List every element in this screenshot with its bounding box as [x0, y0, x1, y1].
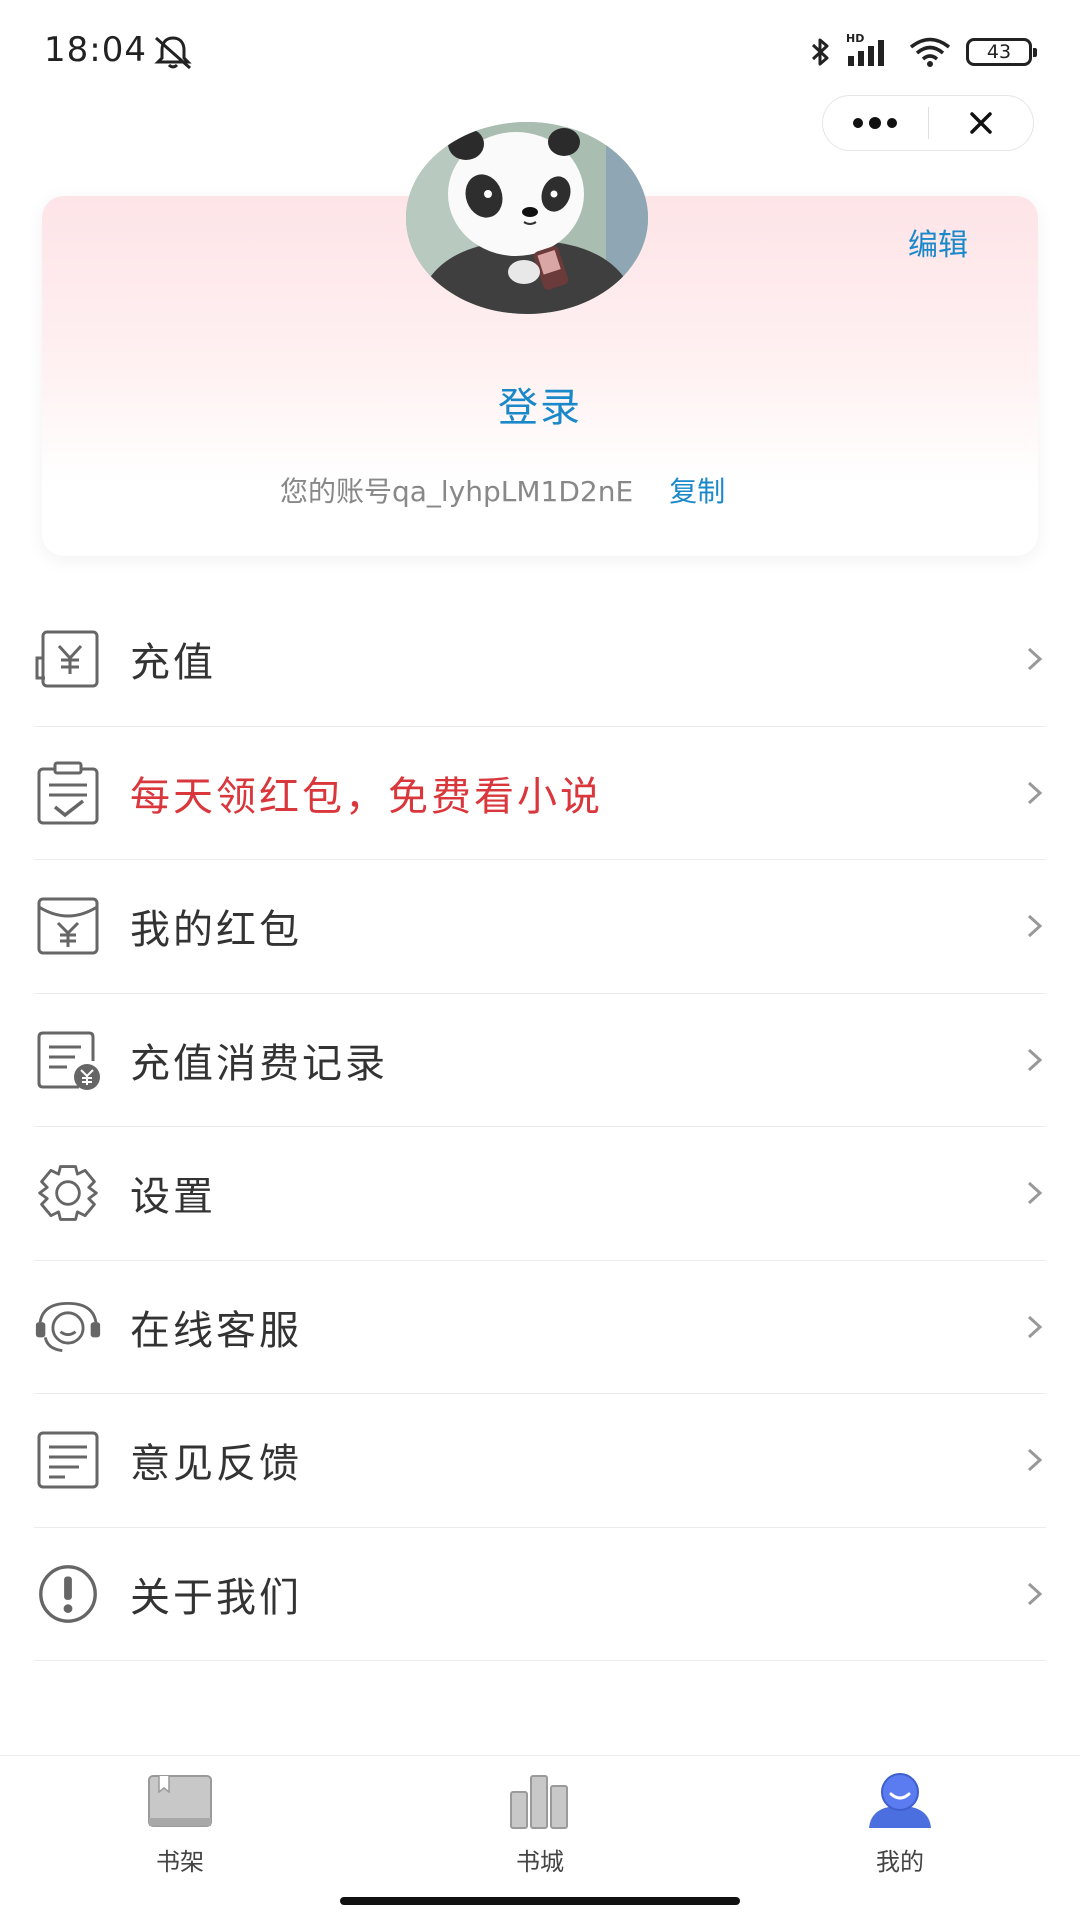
chevron-right-icon	[1027, 1182, 1043, 1205]
tab-bar: 书架 书城 我的	[0, 1755, 1080, 1920]
recharge-icon	[34, 627, 102, 691]
task-clipboard-icon	[34, 761, 102, 825]
info-icon	[34, 1562, 102, 1626]
menu-label: 设置	[130, 1174, 216, 1221]
panda-avatar-image	[406, 122, 648, 314]
tab-label: 我的	[876, 1848, 924, 1876]
account-id-text: 您的账号qa_lyhpLM1D2nE	[280, 475, 634, 508]
battery-indicator: 43	[966, 38, 1037, 66]
more-dots-icon	[853, 117, 898, 129]
dnd-bell-icon	[154, 36, 192, 70]
account-row: 您的账号qa_lyhpLM1D2nE 复制	[280, 470, 725, 510]
miniprogram-capsule	[822, 95, 1034, 151]
chevron-right-icon	[1027, 781, 1043, 804]
red-envelope-icon	[34, 894, 102, 958]
battery-level: 43	[986, 41, 1012, 63]
tab-bookstore[interactable]: 书城	[360, 1756, 720, 1920]
wifi-icon	[909, 37, 951, 67]
chevron-right-icon	[1027, 648, 1043, 671]
menu-label: 充值消费记录	[130, 1040, 388, 1087]
menu-item-about[interactable]: 关于我们	[34, 1528, 1046, 1661]
menu-label: 关于我们	[130, 1574, 302, 1621]
tab-mine[interactable]: 我的	[720, 1756, 1080, 1920]
bluetooth-icon	[811, 38, 829, 66]
home-indicator[interactable]	[340, 1897, 740, 1905]
edit-profile-link[interactable]: 编辑	[908, 220, 968, 264]
menu-item-feedback[interactable]: 意见反馈	[34, 1394, 1046, 1528]
tab-bookshelf[interactable]: 书架	[0, 1756, 360, 1920]
chevron-right-icon	[1027, 1449, 1043, 1472]
chevron-right-icon	[1027, 915, 1043, 938]
close-button[interactable]	[929, 95, 1034, 151]
menu-item-customer-service[interactable]: 在线客服	[34, 1261, 1046, 1394]
menu-item-records[interactable]: 充值消费记录	[34, 994, 1046, 1127]
bookshelf-icon	[148, 1775, 212, 1827]
menu-label: 我的红包	[130, 907, 302, 954]
menu-label: 在线客服	[130, 1307, 302, 1354]
menu-item-recharge[interactable]: 充值	[34, 593, 1046, 727]
chevron-right-icon	[1027, 1048, 1043, 1071]
status-indicators: HD 43	[808, 32, 1037, 70]
tab-label: 书架	[156, 1848, 204, 1876]
menu-item-my-red-envelope[interactable]: 我的红包	[34, 860, 1046, 994]
menu-list: 充值 每天领红包，免费看小说 我的红包 充值消费记录 设置 在线客服 意见反馈 …	[34, 593, 1046, 1661]
menu-label: 意见反馈	[130, 1441, 302, 1488]
login-link[interactable]: 登录	[0, 375, 1080, 433]
status-time: 18:04	[44, 30, 147, 70]
gear-icon	[34, 1161, 102, 1225]
close-icon	[970, 112, 992, 134]
chevron-right-icon	[1027, 1582, 1043, 1605]
bookstore-icon	[510, 1775, 568, 1829]
menu-item-daily-red-envelope[interactable]: 每天领红包，免费看小说	[34, 727, 1046, 860]
chevron-right-icon	[1027, 1315, 1043, 1338]
records-icon	[34, 1028, 102, 1092]
more-button[interactable]	[823, 95, 928, 151]
feedback-icon	[34, 1428, 102, 1492]
menu-label: 充值	[130, 640, 216, 687]
menu-label: 每天领红包，免费看小说	[130, 773, 603, 820]
menu-item-settings[interactable]: 设置	[34, 1127, 1046, 1261]
profile-icon	[869, 1773, 931, 1828]
tab-label: 书城	[516, 1848, 564, 1876]
avatar[interactable]	[406, 122, 648, 314]
status-bar: 18:04 HD 43	[0, 0, 1080, 100]
cellular-signal-icon: HD	[846, 32, 894, 68]
copy-account-link[interactable]: 复制	[669, 470, 725, 510]
headset-icon	[34, 1295, 102, 1359]
